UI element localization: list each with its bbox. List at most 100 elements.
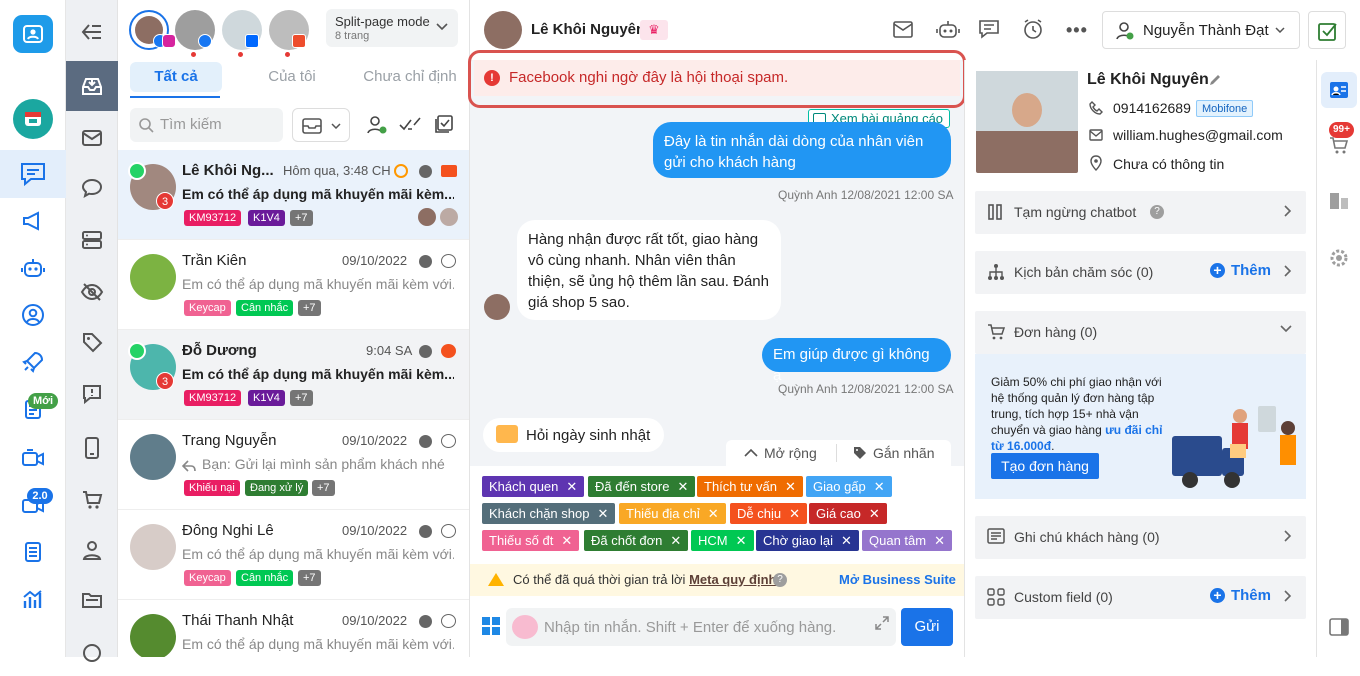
cart-icon[interactable]: [66, 476, 118, 524]
inbox-icon[interactable]: [66, 61, 118, 111]
select-all-icon[interactable]: [434, 114, 454, 134]
remove-icon[interactable]: ✕: [841, 533, 852, 548]
label-chip[interactable]: Thiếu địa chỉ ✕: [619, 503, 726, 524]
remove-icon[interactable]: ✕: [934, 533, 945, 548]
hidden-icon[interactable]: [66, 268, 118, 316]
split-page-mode-select[interactable]: Split-page mode 8 trang: [326, 9, 458, 47]
edit-icon[interactable]: [1208, 73, 1222, 87]
collapse-icon[interactable]: [66, 8, 118, 56]
attach-label-button[interactable]: Gắn nhãn: [873, 445, 935, 461]
chat-nav-icon[interactable]: [0, 150, 66, 198]
sticker-icon[interactable]: [512, 615, 538, 639]
remove-icon[interactable]: ✕: [869, 506, 880, 521]
bot-icon[interactable]: [935, 18, 961, 42]
label-chip[interactable]: Thích tư vấn ✕: [697, 476, 803, 497]
label-chip[interactable]: Giá cao ✕: [809, 503, 887, 524]
alert-message-icon[interactable]: [66, 370, 118, 418]
label-chip[interactable]: Chờ giao lại ✕: [756, 530, 859, 551]
transfer-icon[interactable]: [1329, 192, 1349, 210]
contact-card-icon[interactable]: [1321, 72, 1357, 108]
label-chip[interactable]: HCM ✕: [691, 530, 754, 551]
profile-card-icon[interactable]: [11, 12, 55, 56]
remove-icon[interactable]: ✕: [708, 506, 719, 521]
shop-logo[interactable]: [11, 97, 55, 141]
label-chip[interactable]: Dễ chịu ✕: [730, 503, 807, 524]
conversation-item[interactable]: 3 Đỗ Dương 9:04 SA Em có thể áp dụng mã …: [118, 330, 469, 420]
campaign-icon[interactable]: [11, 199, 55, 243]
label-chip[interactable]: Thiếu số đt ✕: [482, 530, 580, 551]
remove-icon[interactable]: ✕: [785, 479, 796, 494]
add-care-script-button[interactable]: + Thêm: [1209, 262, 1271, 279]
note-icon[interactable]: [978, 19, 1000, 39]
label-chip[interactable]: Quan tâm ✕: [862, 530, 952, 551]
create-order-button[interactable]: Tạo đơn hàng: [991, 453, 1099, 479]
remove-icon[interactable]: ✕: [670, 533, 681, 548]
message-input[interactable]: Nhập tin nhắn. Shift + Enter để xuống hà…: [506, 608, 896, 646]
folder-icon[interactable]: [66, 576, 118, 624]
label-chip[interactable]: Đã chốt đơn ✕: [584, 530, 689, 551]
remove-icon[interactable]: ✕: [561, 533, 572, 548]
help-icon[interactable]: ?: [773, 573, 787, 587]
care-script-row[interactable]: Kịch bản chăm sóc (0) + Thêm: [975, 251, 1306, 294]
conversation-item[interactable]: Đông Nghi Lê 09/10/2022 Em có thể áp dụn…: [118, 510, 469, 600]
assignee-select[interactable]: Nguyễn Thành Đạt: [1102, 11, 1300, 49]
birthday-quick-reply[interactable]: Hỏi ngày sinh nhật: [483, 418, 664, 452]
conversation-item[interactable]: 3 Lê Khôi Ng... Hôm qua, 3:48 CH Em có t…: [118, 150, 469, 240]
user-circle-icon[interactable]: [11, 293, 55, 337]
label-chip[interactable]: Khách quen ✕: [482, 476, 585, 497]
label-text: Khách quen: [489, 479, 559, 494]
search-input[interactable]: Tìm kiếm: [130, 108, 283, 142]
meta-policy-link[interactable]: Meta quy định: [689, 572, 776, 587]
remove-icon[interactable]: ✕: [597, 506, 608, 521]
expand-icon[interactable]: [875, 616, 889, 630]
tab-all[interactable]: Tất cả: [130, 62, 222, 92]
resolve-button[interactable]: [1308, 11, 1346, 49]
send-button[interactable]: Gửi: [901, 608, 953, 646]
assign-user-icon[interactable]: [366, 114, 388, 136]
contact-icon[interactable]: [66, 526, 118, 574]
server-icon[interactable]: [66, 216, 118, 264]
clock-icon[interactable]: [66, 628, 118, 676]
cart-icon[interactable]: [1329, 136, 1349, 156]
orders-row[interactable]: Đơn hàng (0): [975, 311, 1306, 354]
alarm-icon[interactable]: [1022, 18, 1044, 40]
phone-icon[interactable]: [66, 424, 118, 472]
label-chip[interactable]: Khách chặn shop ✕: [482, 503, 616, 524]
report-icon[interactable]: [11, 530, 55, 574]
mark-done-icon[interactable]: [399, 115, 421, 135]
conversation-item[interactable]: Thái Thanh Nhật 09/10/2022 Em có thể áp …: [118, 600, 469, 657]
custom-field-row[interactable]: Custom field (0) + Thêm: [975, 576, 1306, 619]
panel-toggle-icon[interactable]: [1329, 618, 1349, 636]
expand-button[interactable]: Mở rộng: [764, 445, 817, 461]
conversation-item[interactable]: Trần Kiên 09/10/2022 Em có thể áp dụng m…: [118, 240, 469, 330]
customer-phone[interactable]: 0914162689: [1113, 100, 1191, 116]
remove-icon[interactable]: ✕: [736, 533, 747, 548]
inbox-filter-select[interactable]: [292, 108, 350, 142]
remove-icon[interactable]: ✕: [874, 479, 885, 494]
label-chip[interactable]: Đã đến store ✕: [588, 476, 696, 497]
pause-chatbot-row[interactable]: Tạm ngừng chatbot ?: [975, 191, 1306, 234]
gear-icon[interactable]: [1329, 248, 1349, 268]
remove-icon[interactable]: ✕: [677, 479, 688, 494]
tab-mine[interactable]: Của tôi: [252, 62, 332, 92]
help-icon[interactable]: ?: [1150, 205, 1164, 219]
comment-icon[interactable]: [66, 164, 118, 212]
video-icon[interactable]: [11, 436, 55, 480]
mail-icon[interactable]: [66, 114, 118, 162]
tab-unassigned[interactable]: Chưa chỉ định: [358, 62, 462, 92]
more-options-icon[interactable]: •••: [1066, 20, 1088, 41]
customer-email[interactable]: william.hughes@gmail.com: [1113, 127, 1283, 143]
bot-icon[interactable]: [11, 246, 55, 290]
add-custom-field-button[interactable]: + Thêm: [1209, 587, 1271, 604]
analytics-icon[interactable]: [11, 577, 55, 621]
mail-icon[interactable]: [893, 19, 915, 39]
tag-icon[interactable]: [66, 318, 118, 366]
customer-notes-row[interactable]: Ghi chú khách hàng (0): [975, 516, 1306, 559]
remove-icon[interactable]: ✕: [566, 479, 577, 494]
windows-icon[interactable]: [482, 617, 500, 635]
remove-icon[interactable]: ✕: [789, 506, 800, 521]
rocket-icon[interactable]: [11, 340, 55, 384]
open-business-suite-link[interactable]: Mở Business Suite: [839, 572, 956, 587]
label-chip[interactable]: Giao gấp ✕: [806, 476, 892, 497]
conversation-item[interactable]: Trang Nguyễn 09/10/2022 Bạn: Gửi lại mìn…: [118, 420, 469, 510]
